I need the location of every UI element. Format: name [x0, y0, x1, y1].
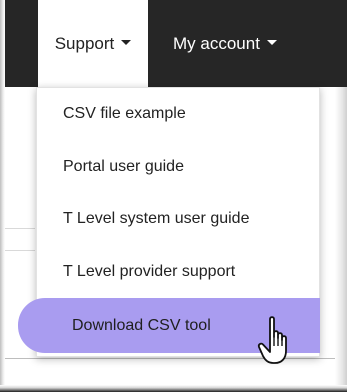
menu-item-label: CSV file example	[63, 105, 186, 122]
menu-item-portal-user-guide[interactable]: Portal user guide	[37, 147, 321, 187]
menu-item-label: T Level provider support	[63, 263, 236, 280]
menu-item-label: T Level system user guide	[63, 210, 250, 227]
nav-support-label: Support	[54, 33, 115, 53]
caret-down-icon	[266, 40, 277, 45]
nav-support-dropdown[interactable]: Support	[38, 0, 148, 87]
menu-item-csv-file-example[interactable]: CSV file example	[37, 94, 321, 134]
nav-my-account-label: My account	[173, 33, 260, 53]
menu-item-provider-support[interactable]: T Level provider support	[37, 252, 321, 292]
page-bottom-edge	[0, 385, 347, 392]
nav-my-account-dropdown[interactable]: My account	[173, 0, 323, 87]
page-divider	[5, 250, 35, 251]
menu-item-label: Portal user guide	[63, 158, 184, 175]
hand-pointer-icon	[257, 316, 287, 364]
screenshot-frame: Support My account CSV file example Port…	[0, 0, 347, 392]
top-navbar: Support My account	[5, 0, 347, 87]
page-divider	[5, 228, 35, 229]
menu-item-system-user-guide[interactable]: T Level system user guide	[37, 199, 321, 239]
caret-down-icon	[121, 40, 132, 45]
menu-item-label: Download CSV tool	[72, 316, 211, 334]
